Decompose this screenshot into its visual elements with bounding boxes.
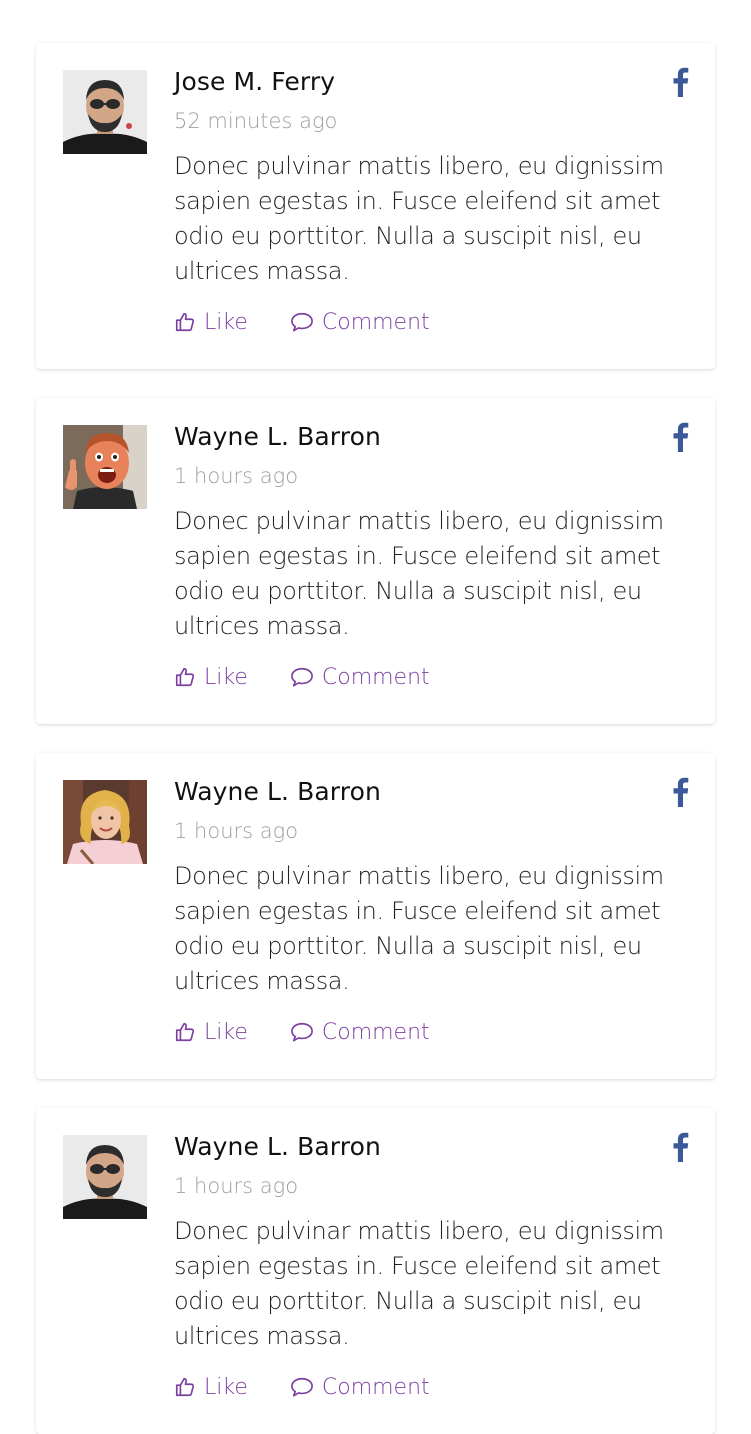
comment-bubble-icon — [290, 1377, 313, 1397]
facebook-icon[interactable] — [670, 777, 690, 807]
facebook-icon[interactable] — [670, 422, 690, 452]
like-button[interactable]: Like — [174, 1375, 248, 1400]
avatar-image — [63, 70, 147, 154]
like-label: Like — [204, 664, 248, 690]
comment-button[interactable]: Comment — [290, 1375, 430, 1400]
avatar[interactable] — [63, 780, 147, 864]
post-timestamp: 1 hours ago — [174, 1174, 299, 1198]
post-timestamp: 1 hours ago — [174, 464, 299, 488]
author-name[interactable]: Jose M. Ferry — [174, 67, 335, 96]
post-text: Donec pulvinar mattis libero, eu digniss… — [174, 152, 664, 285]
post-text: Donec pulvinar mattis libero, eu digniss… — [174, 862, 664, 995]
thumbs-up-icon — [175, 667, 195, 687]
avatar[interactable] — [63, 1135, 147, 1219]
like-button[interactable]: Like — [174, 1020, 248, 1045]
comment-label: Comment — [321, 1019, 430, 1045]
thumbs-up-icon — [175, 1022, 195, 1042]
post-timestamp: 1 hours ago — [174, 819, 299, 843]
post-text: Donec pulvinar mattis libero, eu digniss… — [174, 507, 664, 640]
social-feed: Jose M. Ferry 52 minutes ago Donec pulvi… — [0, 0, 751, 1434]
comment-bubble-icon — [290, 312, 313, 332]
avatar-image — [63, 1135, 147, 1219]
author-name[interactable]: Wayne L. Barron — [174, 422, 381, 451]
avatar-image — [63, 425, 147, 509]
avatar-image — [63, 780, 147, 864]
post-actions: Like Comment — [174, 1372, 430, 1402]
post-actions: Like Comment — [174, 662, 430, 692]
comment-label: Comment — [321, 1374, 430, 1400]
thumbs-up-icon — [175, 1377, 195, 1397]
author-name[interactable]: Wayne L. Barron — [174, 1132, 381, 1161]
comment-button[interactable]: Comment — [290, 310, 430, 335]
avatar[interactable] — [63, 425, 147, 509]
like-button[interactable]: Like — [174, 310, 248, 335]
like-label: Like — [204, 309, 248, 335]
like-button[interactable]: Like — [174, 665, 248, 690]
thumbs-up-icon — [175, 312, 195, 332]
facebook-icon[interactable] — [670, 1132, 690, 1162]
comment-label: Comment — [321, 309, 430, 335]
comment-bubble-icon — [290, 667, 313, 687]
author-name[interactable]: Wayne L. Barron — [174, 777, 381, 806]
post-actions: Like Comment — [174, 1017, 430, 1047]
post-card: Wayne L. Barron 1 hours ago Donec pulvin… — [36, 1108, 715, 1434]
like-label: Like — [204, 1019, 248, 1045]
post-card: Wayne L. Barron 1 hours ago Donec pulvin… — [36, 753, 715, 1079]
comment-button[interactable]: Comment — [290, 1020, 430, 1045]
comment-button[interactable]: Comment — [290, 665, 430, 690]
comment-bubble-icon — [290, 1022, 313, 1042]
post-card: Wayne L. Barron 1 hours ago Donec pulvin… — [36, 398, 715, 724]
comment-label: Comment — [321, 664, 430, 690]
post-card: Jose M. Ferry 52 minutes ago Donec pulvi… — [36, 43, 715, 369]
post-actions: Like Comment — [174, 307, 430, 337]
avatar[interactable] — [63, 70, 147, 154]
like-label: Like — [204, 1374, 248, 1400]
post-timestamp: 52 minutes ago — [174, 109, 338, 133]
post-text: Donec pulvinar mattis libero, eu digniss… — [174, 1217, 664, 1350]
facebook-icon[interactable] — [670, 67, 690, 97]
